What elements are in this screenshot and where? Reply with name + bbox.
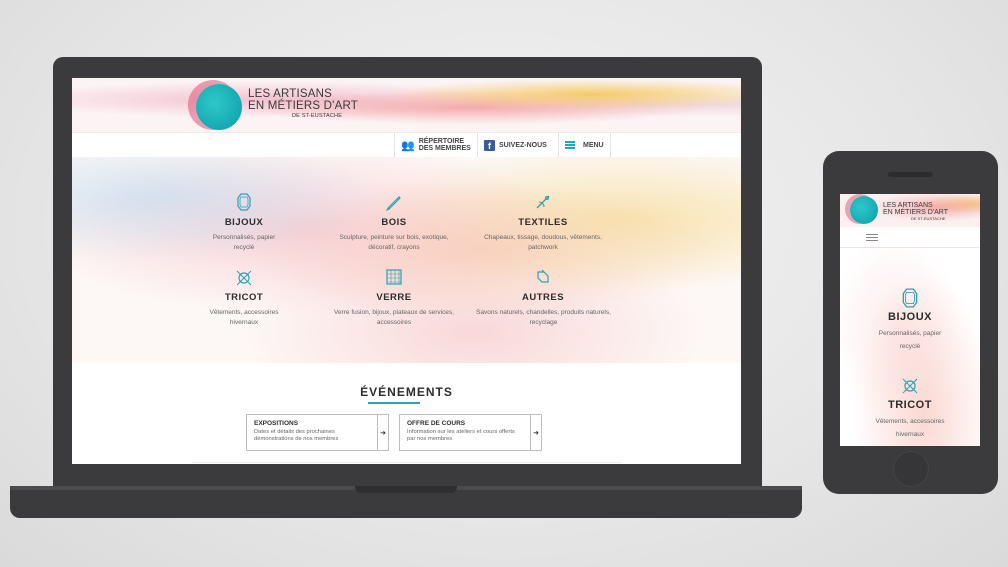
- mobile-logo-text[interactable]: LES ARTISANS EN MÉTIERS D'ART DE ST-EUST…: [883, 202, 948, 221]
- mobile-category-title: TRICOT: [888, 399, 932, 411]
- site-logo-text[interactable]: LES ARTISANS EN MÉTIERS D'ART DE ST-EUST…: [248, 88, 358, 120]
- category-desc: Vêtements, accessoires hivernaux: [209, 309, 279, 326]
- laptop-screen: LES ARTISANS EN MÉTIERS D'ART DE ST-EUST…: [72, 78, 741, 464]
- phone-screen: LES ARTISANS EN MÉTIERS D'ART DE ST-EUST…: [840, 194, 980, 446]
- phone-home-button: [893, 451, 929, 487]
- nav-menu-label: MENU: [583, 141, 604, 149]
- laptop-base: [10, 486, 802, 518]
- mobile-logo-icon[interactable]: [850, 196, 878, 224]
- mobile-logo-line1: LES ARTISANS: [883, 202, 933, 209]
- event-card-desc: Dates et détails des prochaines démonstr…: [254, 429, 339, 442]
- needle-icon: [478, 193, 608, 211]
- category-title: BOIS: [381, 217, 407, 228]
- category-tricot[interactable]: TRICOT Vêtements, accessoires hivernaux: [179, 268, 309, 328]
- mobile-header-banner: LES ARTISANS EN MÉTIERS D'ART DE ST-EUST…: [840, 194, 980, 227]
- category-desc: Verre fusion, bijoux, plateaux de servic…: [334, 309, 454, 326]
- category-title: VERRE: [376, 292, 412, 303]
- laptop-notch: [355, 486, 457, 493]
- category-title: AUTRES: [521, 292, 565, 303]
- categories-section: BIJOUX Personnalisés, papier recyclé BOI…: [72, 157, 741, 363]
- site-header-banner: LES ARTISANS EN MÉTIERS D'ART DE ST-EUST…: [72, 78, 741, 132]
- category-desc: Personnalisés, papier recyclé: [212, 234, 276, 251]
- mobile-category-bijoux[interactable]: BIJOUX Personnalisés, papier recyclé: [840, 288, 980, 353]
- mobile-category-desc-line1: Personnalisés, papier: [878, 330, 942, 337]
- members-icon: 👥: [401, 139, 415, 152]
- mobile-category-title: BIJOUX: [888, 311, 932, 323]
- category-desc: Chapeaux, tissage, doudous, vêtements, p…: [484, 234, 602, 251]
- category-title: BIJOUX: [224, 217, 264, 228]
- category-textiles[interactable]: TEXTILES Chapeaux, tissage, doudous, vêt…: [478, 193, 608, 253]
- logo-line3: DE ST-EUSTACHE: [292, 113, 343, 119]
- gem-icon: [840, 288, 980, 308]
- category-desc: Sculpture, peinture sur bois, exotique, …: [339, 234, 449, 251]
- hamburger-icon: [565, 141, 575, 149]
- nav-suivez[interactable]: f SUIVEZ-NOUS: [477, 133, 553, 157]
- mobile-logo-line3: DE ST-EUSTACHE: [911, 216, 946, 221]
- logo-line1: LES ARTISANS: [248, 88, 333, 100]
- gem-icon: [179, 193, 309, 211]
- phone-speaker: [888, 172, 933, 177]
- arrow-right-icon[interactable]: ➜: [530, 415, 541, 450]
- mobile-category-desc-line2: hivernaux: [895, 431, 925, 438]
- mobile-categories: BIJOUX Personnalisés, papier recyclé TRI…: [840, 248, 980, 446]
- events-heading: ÉVÉNEMENTS: [360, 385, 453, 399]
- mobile-nav: [840, 227, 980, 248]
- category-verre[interactable]: VERRE Verre fusion, bijoux, plateaux de …: [329, 268, 459, 328]
- nav-repertoire-line2: DES MEMBRES: [418, 145, 471, 152]
- mobile-category-desc: Vêtements, accessoires hivernaux: [840, 415, 980, 441]
- hamburger-icon[interactable]: [866, 234, 878, 241]
- mobile-logo-line2: EN MÉTIERS D'ART: [883, 209, 948, 216]
- main-nav: 👥 RÉPERTOIRE DES MEMBRES f SUIVEZ-NOUS M…: [72, 132, 741, 158]
- mobile-category-tricot[interactable]: TRICOT Vêtements, accessoires hivernaux: [840, 376, 980, 441]
- nav-suivez-label: SUIVEZ-NOUS: [499, 141, 547, 149]
- category-bois[interactable]: BOIS Sculpture, peinture sur bois, exoti…: [329, 193, 459, 253]
- nav-menu[interactable]: MENU: [558, 133, 611, 157]
- nav-repertoire-label: RÉPERTOIRE DES MEMBRES: [419, 138, 471, 152]
- phone-frame: LES ARTISANS EN MÉTIERS D'ART DE ST-EUST…: [823, 151, 998, 494]
- event-card-desc: Information sur les ateliers et cours of…: [407, 429, 515, 442]
- brush-icon: [478, 268, 608, 286]
- logo-line2: EN MÉTIERS D'ART: [248, 100, 358, 112]
- category-autres[interactable]: AUTRES Savons naturels, chandelles, prod…: [476, 268, 611, 328]
- nav-repertoire-line1: RÉPERTOIRE: [418, 138, 465, 145]
- divider: [192, 462, 622, 463]
- mobile-category-desc-line1: Vêtements, accessoires: [875, 418, 945, 425]
- glass-tile-icon: [329, 268, 459, 286]
- pencil-icon: [329, 193, 459, 212]
- event-card-title: OFFRE DE COURS: [407, 420, 466, 427]
- yarn-icon: [840, 376, 980, 396]
- facebook-icon: f: [484, 139, 495, 151]
- mobile-category-desc-line2: recyclé: [899, 343, 921, 350]
- nav-repertoire[interactable]: 👥 RÉPERTOIRE DES MEMBRES: [394, 133, 477, 157]
- category-title: TEXTILES: [518, 217, 568, 228]
- event-card-expositions[interactable]: EXPOSITIONS Dates et détails des prochai…: [246, 414, 389, 451]
- events-underline: [368, 402, 420, 404]
- site-logo-icon[interactable]: [196, 84, 242, 130]
- category-bijoux[interactable]: BIJOUX Personnalisés, papier recyclé: [179, 193, 309, 253]
- mobile-category-desc: Personnalisés, papier recyclé: [840, 327, 980, 353]
- yarn-icon: [179, 268, 309, 286]
- category-desc: Savons naturels, chandelles, produits na…: [476, 309, 611, 326]
- event-card-cours[interactable]: OFFRE DE COURS Information sur les ateli…: [399, 414, 542, 451]
- category-title: TRICOT: [224, 292, 264, 303]
- arrow-right-icon[interactable]: ➜: [377, 415, 388, 450]
- event-card-title: EXPOSITIONS: [254, 420, 299, 427]
